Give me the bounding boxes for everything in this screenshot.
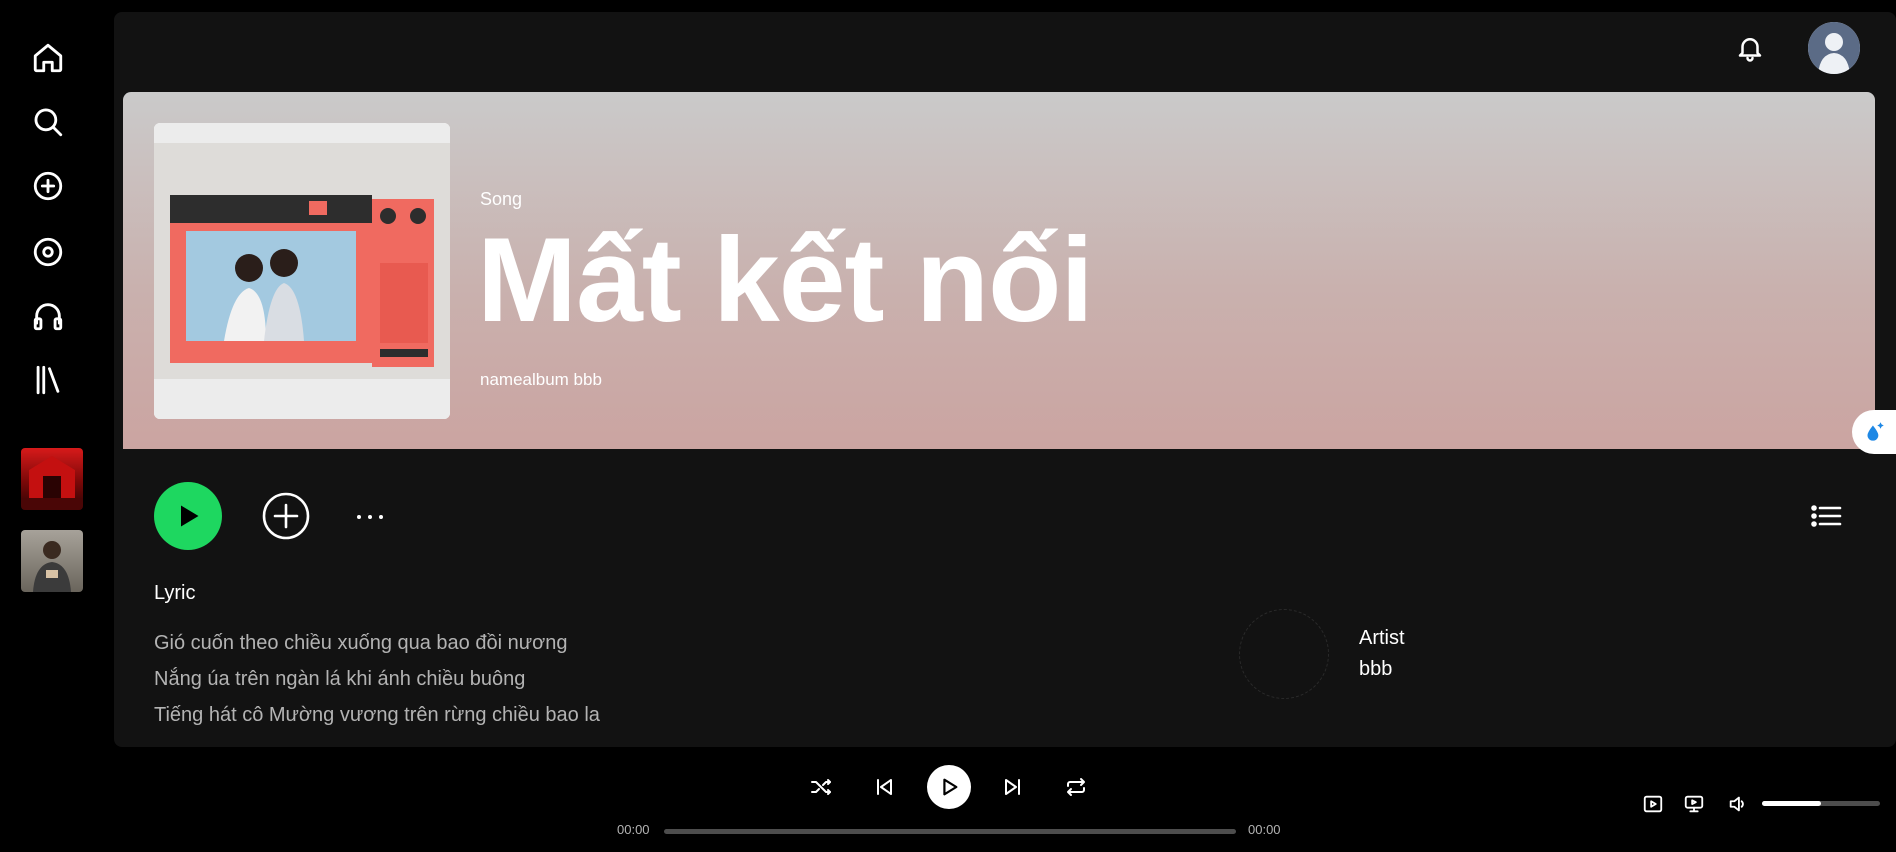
- play-button[interactable]: [154, 482, 222, 550]
- connect-device-button[interactable]: [1680, 790, 1708, 818]
- device-icon: [1684, 795, 1704, 813]
- lyric-line: Nắng úa trên ngàn lá khi ánh chiều buông: [154, 668, 526, 690]
- volume-icon: [1729, 796, 1744, 812]
- action-bar: [154, 482, 1874, 552]
- user-avatar-icon[interactable]: [1808, 22, 1860, 74]
- more-dot: [368, 515, 372, 519]
- list-view-button[interactable]: [1810, 500, 1844, 534]
- list-icon: [1811, 505, 1842, 527]
- search-icon[interactable]: [30, 104, 66, 140]
- add-to-library-button[interactable]: [261, 491, 311, 541]
- now-playing-view-button[interactable]: [1639, 790, 1667, 818]
- shuffle-button[interactable]: [806, 772, 836, 802]
- current-time: 00:00: [617, 822, 650, 837]
- now-playing-icon: [1643, 795, 1663, 813]
- library-item-artist-photo[interactable]: [21, 530, 83, 592]
- more-dots-icon: [357, 515, 361, 519]
- artist-avatar[interactable]: [1239, 609, 1329, 699]
- library-icon[interactable]: [30, 362, 66, 398]
- progress-bar[interactable]: [664, 829, 1236, 834]
- previous-button[interactable]: [869, 772, 899, 802]
- play-icon: [181, 505, 199, 527]
- total-time: 00:00: [1248, 822, 1281, 837]
- skip-forward-icon: [1005, 779, 1020, 795]
- extension-floating-button[interactable]: [1852, 410, 1896, 454]
- water-drop-icon: [1867, 422, 1884, 441]
- player-bar: 00:00 00:00: [0, 752, 1896, 852]
- headphones-icon[interactable]: [30, 298, 66, 334]
- play-icon: [943, 778, 958, 796]
- player-play-button[interactable]: [927, 765, 971, 809]
- album-cover: [154, 123, 450, 419]
- disc-icon[interactable]: [30, 234, 66, 270]
- lyric-line: Tiếng hát cô Mường vương trên rừng chiều…: [154, 704, 600, 726]
- home-icon[interactable]: [30, 40, 66, 76]
- bell-icon[interactable]: [1732, 30, 1768, 66]
- more-options-button[interactable]: [350, 502, 390, 532]
- artist-name[interactable]: bbb: [1359, 658, 1392, 681]
- next-button[interactable]: [998, 772, 1028, 802]
- song-album-artist: namealbum bbb: [480, 370, 602, 389]
- top-bar: [114, 12, 1896, 92]
- lyrics-heading: Lyric: [154, 582, 196, 604]
- plus-circle-icon[interactable]: [30, 168, 66, 204]
- volume-level: [1762, 801, 1821, 806]
- skip-back-icon: [877, 779, 892, 795]
- library-item-red-cover[interactable]: [21, 448, 83, 510]
- main-content: Song Mất kết nối namealbum bbb Lyric Gió…: [114, 12, 1896, 747]
- repeat-button[interactable]: [1061, 772, 1091, 802]
- volume-slider[interactable]: [1762, 801, 1880, 806]
- shuffle-icon: [811, 779, 831, 795]
- plus-circle-icon: [262, 492, 310, 540]
- song-type-label: Song: [480, 189, 523, 209]
- artist-label: Artist: [1359, 627, 1405, 649]
- song-title: Mất kết nối: [477, 213, 1094, 347]
- sidebar: [0, 0, 112, 752]
- lyric-line: Gió cuốn theo chiều xuống qua bao đồi nư…: [154, 632, 568, 654]
- song-header: Song Mất kết nối namealbum bbb: [123, 92, 1875, 449]
- repeat-icon: [1067, 778, 1085, 796]
- mute-button[interactable]: [1724, 790, 1752, 818]
- more-dot: [379, 515, 383, 519]
